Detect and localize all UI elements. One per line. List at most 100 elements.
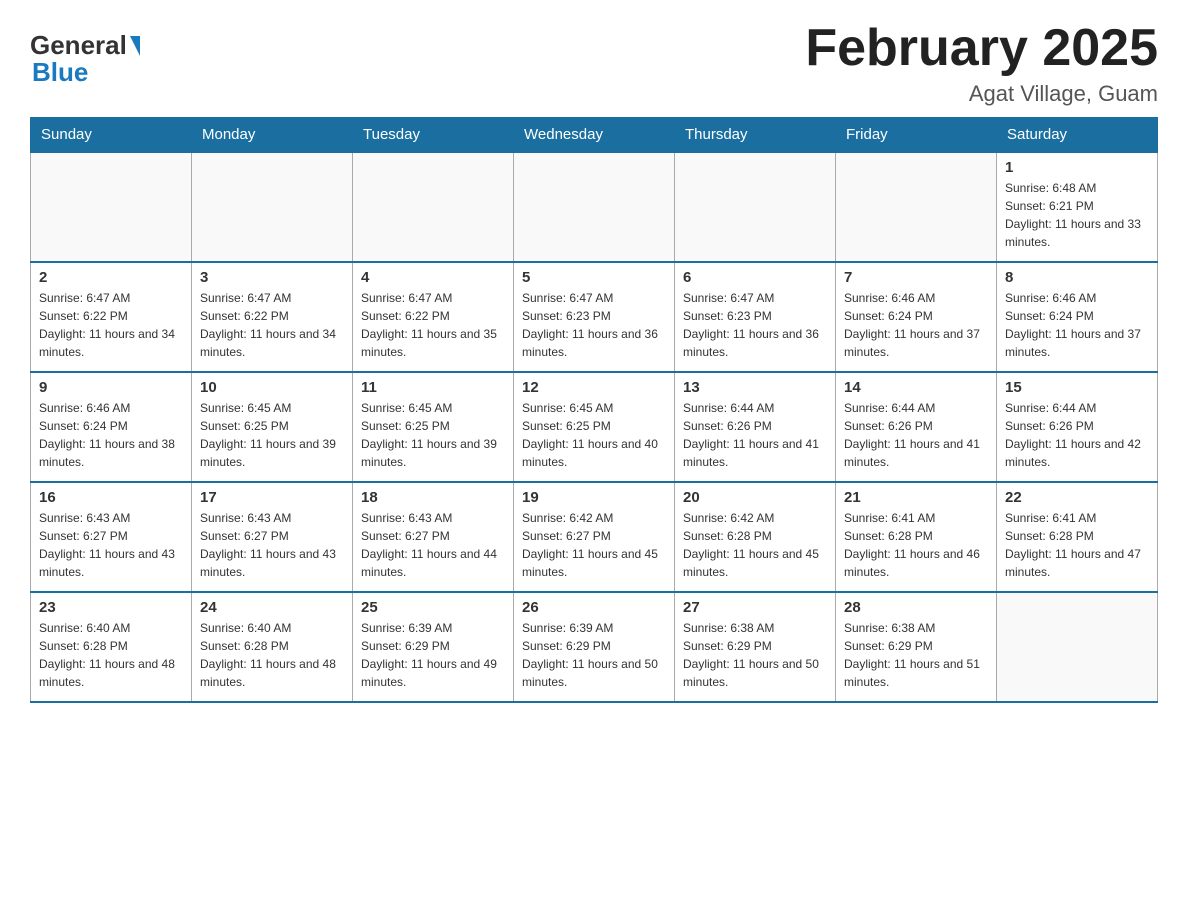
- calendar-cell: 20 Sunrise: 6:42 AMSunset: 6:28 PMDaylig…: [675, 482, 836, 592]
- day-info: Sunrise: 6:43 AMSunset: 6:27 PMDaylight:…: [200, 509, 344, 581]
- day-number: 25: [361, 599, 505, 616]
- day-number: 18: [361, 489, 505, 506]
- day-info: Sunrise: 6:39 AMSunset: 6:29 PMDaylight:…: [522, 619, 666, 691]
- day-number: 21: [844, 489, 988, 506]
- day-info: Sunrise: 6:42 AMSunset: 6:27 PMDaylight:…: [522, 509, 666, 581]
- location: Agat Village, Guam: [805, 81, 1158, 107]
- week-row-2: 2 Sunrise: 6:47 AMSunset: 6:22 PMDayligh…: [31, 262, 1158, 372]
- calendar-cell: 8 Sunrise: 6:46 AMSunset: 6:24 PMDayligh…: [997, 262, 1158, 372]
- day-info: Sunrise: 6:46 AMSunset: 6:24 PMDaylight:…: [844, 289, 988, 361]
- calendar-cell: 23 Sunrise: 6:40 AMSunset: 6:28 PMDaylig…: [31, 592, 192, 702]
- calendar-cell: 13 Sunrise: 6:44 AMSunset: 6:26 PMDaylig…: [675, 372, 836, 482]
- day-header-saturday: Saturday: [997, 118, 1158, 153]
- logo-blue-text: Blue: [32, 57, 88, 88]
- calendar-cell: 3 Sunrise: 6:47 AMSunset: 6:22 PMDayligh…: [192, 262, 353, 372]
- title-block: February 2025 Agat Village, Guam: [805, 20, 1158, 107]
- day-info: Sunrise: 6:47 AMSunset: 6:22 PMDaylight:…: [39, 289, 183, 361]
- day-number: 20: [683, 489, 827, 506]
- day-info: Sunrise: 6:40 AMSunset: 6:28 PMDaylight:…: [200, 619, 344, 691]
- day-info: Sunrise: 6:47 AMSunset: 6:22 PMDaylight:…: [361, 289, 505, 361]
- calendar-cell: 14 Sunrise: 6:44 AMSunset: 6:26 PMDaylig…: [836, 372, 997, 482]
- day-number: 10: [200, 379, 344, 396]
- day-number: 13: [683, 379, 827, 396]
- day-number: 12: [522, 379, 666, 396]
- day-number: 7: [844, 269, 988, 286]
- calendar-cell: 25 Sunrise: 6:39 AMSunset: 6:29 PMDaylig…: [353, 592, 514, 702]
- day-header-wednesday: Wednesday: [514, 118, 675, 153]
- page-header: General Blue February 2025 Agat Village,…: [30, 20, 1158, 107]
- day-number: 2: [39, 269, 183, 286]
- logo-triangle-icon: [130, 36, 140, 56]
- day-info: Sunrise: 6:40 AMSunset: 6:28 PMDaylight:…: [39, 619, 183, 691]
- calendar-cell: 6 Sunrise: 6:47 AMSunset: 6:23 PMDayligh…: [675, 262, 836, 372]
- calendar-cell: 4 Sunrise: 6:47 AMSunset: 6:22 PMDayligh…: [353, 262, 514, 372]
- day-header-thursday: Thursday: [675, 118, 836, 153]
- day-info: Sunrise: 6:45 AMSunset: 6:25 PMDaylight:…: [200, 399, 344, 471]
- calendar-cell: 27 Sunrise: 6:38 AMSunset: 6:29 PMDaylig…: [675, 592, 836, 702]
- calendar-cell: 5 Sunrise: 6:47 AMSunset: 6:23 PMDayligh…: [514, 262, 675, 372]
- day-info: Sunrise: 6:43 AMSunset: 6:27 PMDaylight:…: [361, 509, 505, 581]
- day-info: Sunrise: 6:45 AMSunset: 6:25 PMDaylight:…: [361, 399, 505, 471]
- calendar-cell: [353, 152, 514, 262]
- calendar-cell: 9 Sunrise: 6:46 AMSunset: 6:24 PMDayligh…: [31, 372, 192, 482]
- day-number: 19: [522, 489, 666, 506]
- calendar-cell: [31, 152, 192, 262]
- day-info: Sunrise: 6:46 AMSunset: 6:24 PMDaylight:…: [1005, 289, 1149, 361]
- calendar-cell: 19 Sunrise: 6:42 AMSunset: 6:27 PMDaylig…: [514, 482, 675, 592]
- day-header-friday: Friday: [836, 118, 997, 153]
- day-number: 5: [522, 269, 666, 286]
- day-number: 17: [200, 489, 344, 506]
- calendar-cell: 17 Sunrise: 6:43 AMSunset: 6:27 PMDaylig…: [192, 482, 353, 592]
- day-info: Sunrise: 6:44 AMSunset: 6:26 PMDaylight:…: [683, 399, 827, 471]
- day-info: Sunrise: 6:44 AMSunset: 6:26 PMDaylight:…: [844, 399, 988, 471]
- calendar-cell: [514, 152, 675, 262]
- day-info: Sunrise: 6:39 AMSunset: 6:29 PMDaylight:…: [361, 619, 505, 691]
- calendar-cell: 11 Sunrise: 6:45 AMSunset: 6:25 PMDaylig…: [353, 372, 514, 482]
- day-info: Sunrise: 6:44 AMSunset: 6:26 PMDaylight:…: [1005, 399, 1149, 471]
- week-row-5: 23 Sunrise: 6:40 AMSunset: 6:28 PMDaylig…: [31, 592, 1158, 702]
- calendar-cell: [836, 152, 997, 262]
- logo: General Blue: [30, 30, 140, 88]
- day-number: 1: [1005, 159, 1149, 176]
- day-number: 23: [39, 599, 183, 616]
- day-header-tuesday: Tuesday: [353, 118, 514, 153]
- week-row-3: 9 Sunrise: 6:46 AMSunset: 6:24 PMDayligh…: [31, 372, 1158, 482]
- day-number: 4: [361, 269, 505, 286]
- day-number: 22: [1005, 489, 1149, 506]
- day-header-monday: Monday: [192, 118, 353, 153]
- day-number: 27: [683, 599, 827, 616]
- day-info: Sunrise: 6:42 AMSunset: 6:28 PMDaylight:…: [683, 509, 827, 581]
- day-number: 6: [683, 269, 827, 286]
- day-number: 9: [39, 379, 183, 396]
- day-info: Sunrise: 6:41 AMSunset: 6:28 PMDaylight:…: [844, 509, 988, 581]
- day-number: 24: [200, 599, 344, 616]
- day-number: 3: [200, 269, 344, 286]
- day-number: 15: [1005, 379, 1149, 396]
- day-info: Sunrise: 6:47 AMSunset: 6:22 PMDaylight:…: [200, 289, 344, 361]
- calendar-cell: 12 Sunrise: 6:45 AMSunset: 6:25 PMDaylig…: [514, 372, 675, 482]
- day-info: Sunrise: 6:41 AMSunset: 6:28 PMDaylight:…: [1005, 509, 1149, 581]
- day-info: Sunrise: 6:38 AMSunset: 6:29 PMDaylight:…: [844, 619, 988, 691]
- day-number: 8: [1005, 269, 1149, 286]
- day-info: Sunrise: 6:46 AMSunset: 6:24 PMDaylight:…: [39, 399, 183, 471]
- day-info: Sunrise: 6:47 AMSunset: 6:23 PMDaylight:…: [522, 289, 666, 361]
- week-row-4: 16 Sunrise: 6:43 AMSunset: 6:27 PMDaylig…: [31, 482, 1158, 592]
- day-info: Sunrise: 6:38 AMSunset: 6:29 PMDaylight:…: [683, 619, 827, 691]
- day-number: 14: [844, 379, 988, 396]
- calendar-cell: 24 Sunrise: 6:40 AMSunset: 6:28 PMDaylig…: [192, 592, 353, 702]
- calendar-cell: [192, 152, 353, 262]
- day-info: Sunrise: 6:48 AMSunset: 6:21 PMDaylight:…: [1005, 179, 1149, 251]
- calendar-cell: 10 Sunrise: 6:45 AMSunset: 6:25 PMDaylig…: [192, 372, 353, 482]
- day-number: 16: [39, 489, 183, 506]
- day-info: Sunrise: 6:45 AMSunset: 6:25 PMDaylight:…: [522, 399, 666, 471]
- day-number: 26: [522, 599, 666, 616]
- day-headers-row: SundayMondayTuesdayWednesdayThursdayFrid…: [31, 118, 1158, 153]
- calendar-cell: 1 Sunrise: 6:48 AMSunset: 6:21 PMDayligh…: [997, 152, 1158, 262]
- calendar-cell: 28 Sunrise: 6:38 AMSunset: 6:29 PMDaylig…: [836, 592, 997, 702]
- calendar-cell: [997, 592, 1158, 702]
- calendar-cell: 26 Sunrise: 6:39 AMSunset: 6:29 PMDaylig…: [514, 592, 675, 702]
- week-row-1: 1 Sunrise: 6:48 AMSunset: 6:21 PMDayligh…: [31, 152, 1158, 262]
- calendar-cell: 7 Sunrise: 6:46 AMSunset: 6:24 PMDayligh…: [836, 262, 997, 372]
- day-info: Sunrise: 6:43 AMSunset: 6:27 PMDaylight:…: [39, 509, 183, 581]
- day-number: 11: [361, 379, 505, 396]
